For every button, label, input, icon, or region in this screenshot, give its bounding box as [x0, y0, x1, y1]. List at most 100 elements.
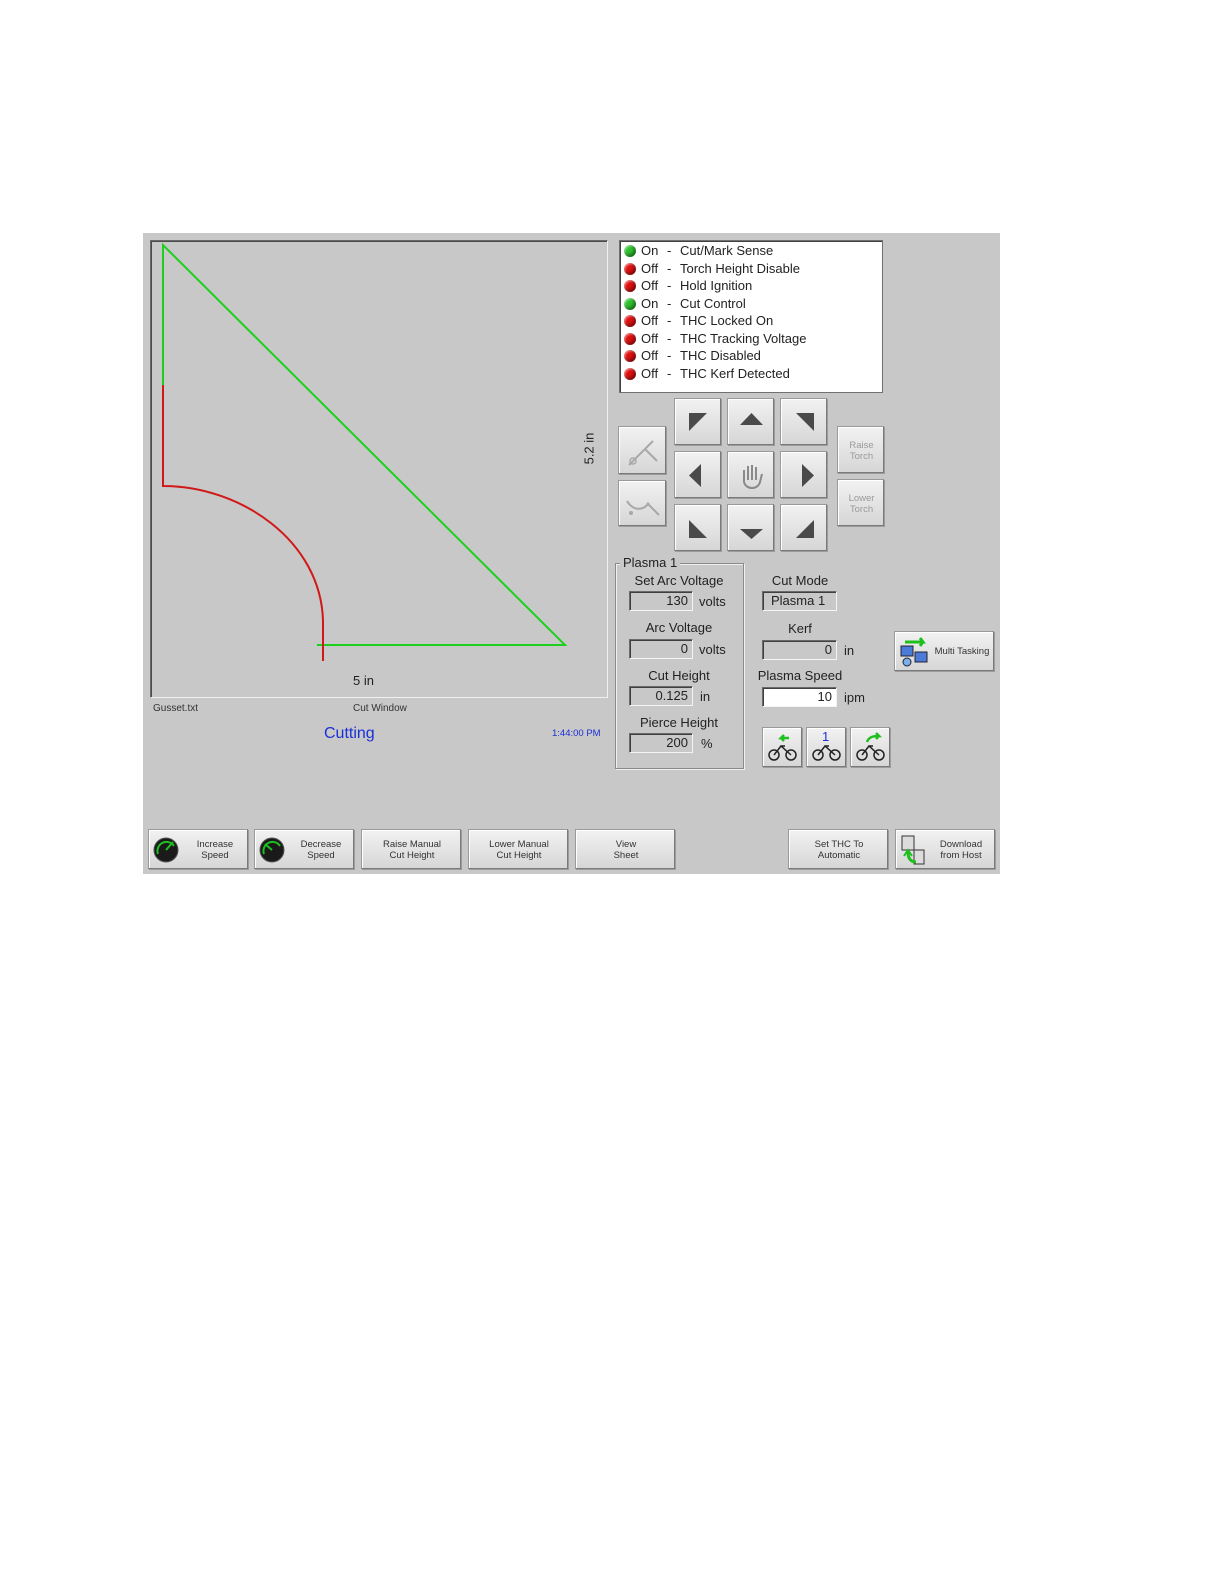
status-led-icon — [624, 349, 636, 362]
status-separator: - — [667, 296, 672, 311]
path-cut-segment — [162, 385, 324, 661]
raise-torch-label: Raise Torch — [849, 440, 874, 462]
status-led-icon — [624, 297, 636, 310]
arrow-down-left-icon — [689, 520, 707, 538]
path-pending-segment — [162, 242, 568, 646]
status-state: On — [641, 296, 659, 311]
cut-mode-field[interactable]: Plasma 1 — [762, 591, 837, 611]
arrow-up-left-icon — [689, 413, 707, 431]
arc-voltage-field: 0 — [629, 639, 693, 659]
status-separator: - — [667, 366, 672, 381]
status-row: Off - THC Tracking Voltage — [624, 330, 806, 347]
set-arc-voltage-unit: volts — [699, 594, 726, 609]
set-arc-voltage-field[interactable]: 130 — [629, 591, 693, 611]
clock-text: 1:44:00 PM — [552, 728, 601, 739]
status-label: Cut/Mark Sense — [680, 243, 774, 258]
torch-cut-button[interactable] — [618, 426, 666, 474]
hand-icon — [743, 465, 763, 489]
pierce-height-unit: % — [701, 736, 713, 751]
jog-left-button[interactable] — [674, 451, 721, 498]
jog-up-left-button[interactable] — [674, 398, 721, 445]
cnc-screen: 5 in 5.2 in Gusset.txt Cut Window Cuttin… — [143, 233, 1000, 874]
jog-down-button[interactable] — [727, 504, 774, 551]
status-label: THC Locked On — [680, 313, 774, 328]
lower-manual-cut-height-button[interactable]: Lower Manual Cut Height — [468, 829, 568, 869]
status-row: On - Cut/Mark Sense — [624, 242, 773, 259]
cut-height-unit: in — [700, 689, 711, 704]
status-separator: - — [667, 348, 672, 363]
jog-up-button[interactable] — [727, 398, 774, 445]
decrease-speed-button[interactable]: Decrease Speed — [254, 829, 354, 869]
speed-back-button[interactable] — [762, 727, 802, 767]
cut-window-plot: 5 in 5.2 in — [150, 240, 608, 698]
lower-manual-line1: Lower Manual — [489, 839, 549, 850]
pierce-height-field[interactable]: 200 — [629, 733, 693, 753]
status-led-icon — [624, 367, 636, 380]
set-thc-automatic-button[interactable]: Set THC To Automatic — [788, 829, 888, 869]
status-led-icon — [624, 279, 636, 292]
download-label: Download from Host — [932, 839, 990, 861]
lower-manual-line2: Cut Height — [496, 850, 542, 861]
download-line2: from Host — [940, 850, 982, 861]
view-sheet-line1: View — [615, 839, 637, 850]
lower-manual-label: Lower Manual Cut Height — [469, 839, 569, 861]
jog-up-right-button[interactable] — [780, 398, 827, 445]
raise-torch-button[interactable]: Raise Torch — [837, 426, 884, 473]
cut-window-title: Cut Window — [353, 703, 407, 714]
decrease-speed-line1: Decrease — [300, 839, 342, 850]
set-thc-line2: Automatic — [817, 850, 861, 861]
raise-manual-line1: Raise Manual — [382, 839, 442, 850]
speedometer-down-icon — [259, 837, 285, 863]
multi-tasking-button[interactable]: Multi Tasking — [894, 631, 994, 671]
jog-down-left-button[interactable] — [674, 504, 721, 551]
status-state: Off — [641, 261, 659, 276]
kerf-unit: in — [844, 643, 855, 658]
arc-voltage-label: Arc Voltage — [645, 620, 713, 635]
cut-height-field[interactable]: 0.125 — [629, 686, 693, 706]
speed-step-value: 1 — [822, 729, 830, 744]
status-separator: - — [667, 261, 672, 276]
jog-right-button[interactable] — [780, 451, 827, 498]
forward-arrow-bike-icon — [856, 732, 885, 761]
status-state: On — [641, 243, 659, 258]
decrease-speed-label: Decrease Speed — [291, 839, 351, 861]
lower-torch-button[interactable]: Lower Torch — [837, 479, 884, 526]
status-label: THC Kerf Detected — [680, 366, 790, 381]
y-dimension-label: 5.2 in — [581, 432, 597, 465]
view-sheet-line2: Sheet — [613, 850, 639, 861]
status-row: Off - THC Kerf Detected — [624, 365, 790, 382]
status-state: Off — [641, 278, 659, 293]
file-name-label: Gusset.txt — [153, 703, 199, 714]
machine-status-text: Cutting — [324, 725, 375, 742]
jog-stop-button[interactable] — [727, 451, 774, 498]
pierce-height-label: Pierce Height — [639, 715, 719, 730]
multi-tasking-label: Multi Tasking — [934, 646, 990, 657]
status-label: Cut Control — [680, 296, 746, 311]
arrow-down-right-icon — [796, 520, 814, 538]
arrow-left-icon — [689, 464, 701, 487]
status-row: Off - THC Locked On — [624, 312, 773, 329]
plasma-speed-field[interactable]: 10 — [762, 687, 837, 707]
plasma-speed-label: Plasma Speed — [757, 668, 843, 683]
set-arc-voltage-label: Set Arc Voltage — [634, 573, 724, 588]
raise-manual-cut-height-button[interactable]: Raise Manual Cut Height — [361, 829, 461, 869]
kerf-field[interactable]: 0 — [762, 640, 837, 660]
status-separator: - — [667, 313, 672, 328]
lower-torch-label: Lower Torch — [848, 493, 875, 515]
speed-step-button[interactable]: 1 — [806, 727, 846, 767]
arrow-right-icon — [802, 464, 814, 487]
torch-mark-button[interactable] — [618, 480, 666, 526]
status-label: THC Tracking Voltage — [680, 331, 807, 346]
status-state: Off — [641, 348, 659, 363]
increase-speed-button[interactable]: Increase Speed — [148, 829, 248, 869]
back-arrow-bike-icon — [768, 734, 797, 761]
download-from-host-button[interactable]: Download from Host — [895, 829, 995, 869]
plasma-group-label: Plasma 1 — [620, 555, 681, 570]
status-separator: - — [667, 278, 672, 293]
view-sheet-button[interactable]: View Sheet — [575, 829, 675, 869]
jog-down-right-button[interactable] — [780, 504, 827, 551]
increase-speed-line1: Increase — [196, 839, 234, 850]
kerf-label: Kerf — [788, 621, 812, 636]
speed-forward-button[interactable] — [850, 727, 890, 767]
network-icon — [900, 637, 928, 667]
